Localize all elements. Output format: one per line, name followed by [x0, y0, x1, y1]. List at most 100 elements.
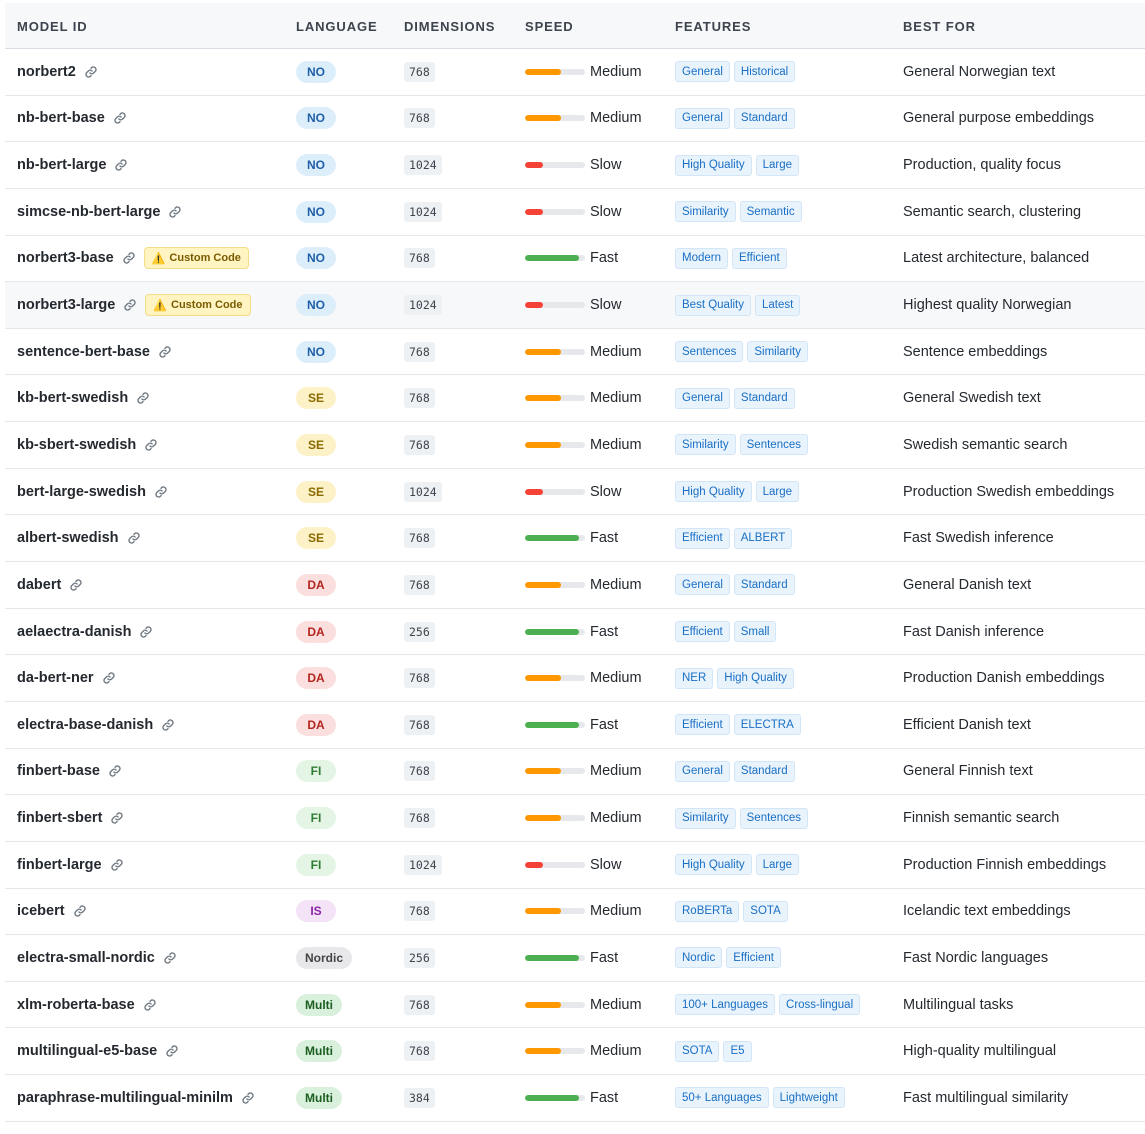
link-icon[interactable] — [69, 578, 83, 592]
header-dimensions[interactable]: DIMENSIONS — [404, 19, 495, 34]
header-best-for[interactable]: BEST FOR — [903, 19, 976, 34]
model-id[interactable]: finbert-large — [17, 857, 102, 873]
link-icon[interactable] — [110, 858, 124, 872]
link-icon[interactable] — [136, 391, 150, 405]
best-for-cell: General Danish text — [903, 562, 1031, 608]
link-icon[interactable] — [154, 485, 168, 499]
language-badge: SE — [296, 480, 336, 503]
link-icon[interactable] — [73, 904, 87, 918]
link-icon[interactable] — [165, 1044, 179, 1058]
link-icon[interactable] — [143, 998, 157, 1012]
language-cell: NO — [296, 142, 336, 188]
table-row[interactable]: kb-sbert-swedish SE 768 Medium Similarity Sen… — [5, 422, 1145, 469]
table-row[interactable]: finbert-sbert FI 768 Medium Similarity Senten… — [5, 795, 1145, 842]
speed-bar-fill — [525, 954, 579, 961]
table-row[interactable]: nb-bert-base NO 768 Medium General Standard Ge… — [5, 96, 1145, 143]
table-row[interactable]: dabert DA 768 Medium General Standard General … — [5, 562, 1145, 609]
table-row[interactable]: albert-swedish SE 768 Fast Efficient ALBERT Fa… — [5, 515, 1145, 563]
model-id[interactable]: icebert — [17, 903, 65, 919]
model-id[interactable]: kb-bert-swedish — [17, 390, 128, 406]
language-cell: SE — [296, 375, 336, 421]
table-row[interactable]: paraphrase-multilingual-minilm Multi 384 Fa… — [5, 1075, 1145, 1122]
table-row[interactable]: multilingual-e5-base Multi 768 Medium SOTA E5… — [5, 1028, 1145, 1076]
model-id[interactable]: bert-large-swedish — [17, 484, 146, 500]
language-cell: NO — [296, 49, 336, 95]
model-id[interactable]: nb-bert-base — [17, 110, 105, 126]
table-row[interactable]: electra-small-nordic Nordic 256 Fast Nordic E… — [5, 935, 1145, 982]
model-id[interactable]: multilingual-e5-base — [17, 1043, 157, 1059]
dimensions-cell: 768 — [404, 982, 435, 1028]
link-icon[interactable] — [144, 438, 158, 452]
language-badge: IS — [296, 900, 336, 923]
model-id[interactable]: norbert3-base — [17, 250, 114, 266]
link-icon[interactable] — [122, 251, 136, 265]
link-icon[interactable] — [139, 625, 153, 639]
link-icon[interactable] — [241, 1091, 255, 1105]
table-row[interactable]: xlm-roberta-base Multi 768 Medium 100+ Langu… — [5, 982, 1145, 1029]
link-icon[interactable] — [114, 158, 128, 172]
table-row[interactable]: norbert2 NO 768 Medium General Historical Gene… — [5, 49, 1145, 96]
model-id[interactable]: finbert-sbert — [17, 810, 102, 826]
table-row[interactable]: bert-large-swedish SE 1024 Slow High Quality… — [5, 469, 1145, 516]
link-icon[interactable] — [113, 111, 127, 125]
link-icon[interactable] — [102, 671, 116, 685]
table-row[interactable]: simcse-nb-bert-large NO 1024 Slow Similarity… — [5, 189, 1145, 236]
model-id[interactable]: norbert3-large — [17, 297, 115, 313]
model-id[interactable]: dabert — [17, 577, 61, 593]
model-id[interactable]: norbert2 — [17, 64, 76, 80]
dimensions-value: 768 — [404, 108, 435, 129]
language-badge: DA — [296, 573, 336, 596]
header-model-id[interactable]: MODEL ID — [17, 19, 88, 34]
best-for-cell: General purpose embeddings — [903, 96, 1094, 142]
model-id[interactable]: xlm-roberta-base — [17, 997, 135, 1013]
model-id[interactable]: sentence-bert-base — [17, 344, 150, 360]
model-id[interactable]: albert-swedish — [17, 530, 119, 546]
table-row[interactable]: kb-bert-swedish SE 768 Medium General Standar… — [5, 375, 1145, 423]
header-language[interactable]: LANGUAGE — [296, 19, 378, 34]
model-id[interactable]: kb-sbert-swedish — [17, 437, 136, 453]
language-cell: FI — [296, 842, 336, 888]
model-id[interactable]: nb-bert-large — [17, 157, 106, 173]
link-icon[interactable] — [127, 531, 141, 545]
table-row[interactable]: sentence-bert-base NO 768 Medium Sentences Si… — [5, 329, 1145, 376]
model-id[interactable]: paraphrase-multilingual-minilm — [17, 1090, 233, 1106]
link-icon[interactable] — [168, 205, 182, 219]
best-for-text: General Norwegian text — [903, 63, 1056, 80]
model-id[interactable]: aelaectra-danish — [17, 624, 131, 640]
table-row[interactable]: electra-base-danish DA 768 Fast Efficient ELE… — [5, 702, 1145, 749]
feature-tag: Similarity — [675, 434, 736, 456]
link-icon[interactable] — [84, 65, 98, 79]
table-row[interactable]: icebert IS 768 Medium RoBERTa SOTA Icelandic t… — [5, 889, 1145, 936]
table-row[interactable]: nb-bert-large NO 1024 Slow High Quality Large… — [5, 142, 1145, 189]
best-for-cell: Production Swedish embeddings — [903, 469, 1114, 515]
custom-code-badge: ⚠️ Custom Code — [145, 294, 251, 317]
table-row[interactable]: finbert-base FI 768 Medium General Standard Ge… — [5, 749, 1145, 796]
header-features[interactable]: FEATURES — [675, 19, 751, 34]
features-cell: Similarity Semantic — [675, 189, 806, 235]
dimensions-cell: 768 — [404, 795, 435, 841]
best-for-cell: Fast Swedish inference — [903, 515, 1054, 561]
dimensions-value: 768 — [404, 1041, 435, 1062]
link-icon[interactable] — [110, 811, 124, 825]
table-row[interactable]: norbert3-base ⚠️ Custom Code NO 768 Fast Moder… — [5, 236, 1145, 283]
table-row[interactable]: finbert-large FI 1024 Slow High Quality Large… — [5, 842, 1145, 889]
link-icon[interactable] — [123, 298, 137, 312]
feature-tag: ALBERT — [733, 527, 793, 549]
table-row[interactable]: da-bert-ner DA 768 Medium NER High Quality Pro… — [5, 655, 1145, 702]
table-row[interactable]: aelaectra-danish DA 256 Fast Efficient Small F… — [5, 609, 1145, 656]
link-icon[interactable] — [161, 718, 175, 732]
feature-tag: Large — [755, 481, 800, 503]
speed-label: Fast — [590, 250, 619, 267]
speed-bar — [525, 208, 585, 215]
header-speed[interactable]: SPEED — [525, 19, 574, 34]
table-row[interactable]: norbert3-large ⚠️ Custom Code NO 1024 Slow Bes… — [5, 282, 1145, 329]
model-id[interactable]: finbert-base — [17, 763, 100, 779]
link-icon[interactable] — [163, 951, 177, 965]
model-id[interactable]: electra-base-danish — [17, 717, 153, 733]
model-id[interactable]: simcse-nb-bert-large — [17, 204, 160, 220]
model-id[interactable]: da-bert-ner — [17, 670, 94, 686]
model-id[interactable]: electra-small-nordic — [17, 950, 155, 966]
link-icon[interactable] — [108, 764, 122, 778]
feature-tag: General — [675, 107, 730, 129]
link-icon[interactable] — [158, 345, 172, 359]
